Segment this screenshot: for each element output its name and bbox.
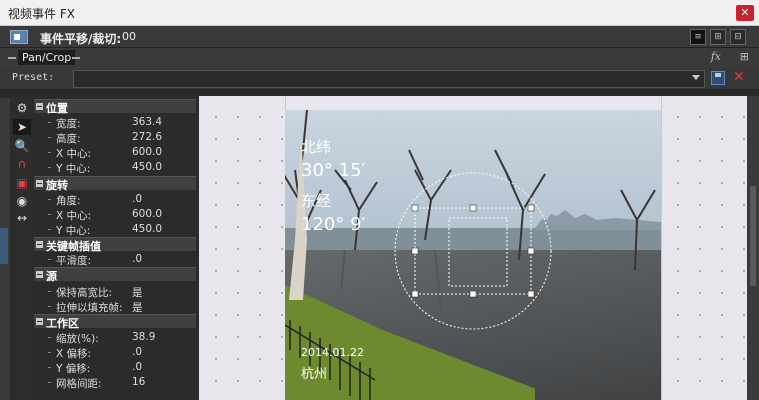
- close-window-button[interactable]: ✕: [736, 5, 754, 21]
- collapse-icon[interactable]: [36, 180, 43, 187]
- prop-row-width[interactable]: 宽度: 363.4: [34, 115, 196, 130]
- left-edge-highlight: [0, 228, 8, 264]
- scrollbar-thumb[interactable]: [750, 186, 756, 286]
- prop-row-height[interactable]: 高度: 272.6: [34, 130, 196, 145]
- chain-connector-left: [8, 57, 16, 59]
- inner-crop-guide[interactable]: [448, 217, 508, 287]
- crop-handles[interactable]: [411, 204, 535, 298]
- plugin-icon[interactable]: [10, 30, 28, 44]
- tab-pan-crop[interactable]: Pan/Crop: [18, 50, 76, 65]
- preview-image[interactable]: 北纬 30° 15′ 东经 120° 9′ 2014.01.22 杭州: [285, 110, 661, 400]
- latitude-label: 北纬: [301, 138, 332, 156]
- event-label: 事件平移/裁切:: [40, 32, 122, 46]
- collapse-icon[interactable]: [36, 318, 43, 325]
- properties-panel: 位置 宽度: 363.4 高度: 272.6 X 中心: 600.0 Y 中心: 450…: [34, 98, 196, 400]
- prop-row-x-offset[interactable]: X 偏移: .0: [34, 345, 196, 360]
- longitude-value: 120° 9′: [301, 214, 366, 235]
- delete-preset-icon[interactable]: ✕: [733, 69, 745, 85]
- crop-overlay[interactable]: [394, 172, 552, 330]
- prop-row-zoom[interactable]: 缩放(%): 38.9: [34, 330, 196, 345]
- fx-chain-row: Pan/Crop fx ⊞: [0, 48, 759, 68]
- save-preset-icon[interactable]: [711, 71, 725, 85]
- extension-icon[interactable]: ⊞: [740, 50, 749, 63]
- section-position[interactable]: 位置: [34, 99, 196, 115]
- settings-gear-icon[interactable]: ⚙: [13, 100, 31, 116]
- pointer-tool-icon[interactable]: ➤: [13, 119, 31, 135]
- photo-date: 2014.01.22: [301, 346, 364, 359]
- prop-row-keep-aspect[interactable]: 保持高宽比: 是: [34, 284, 196, 299]
- view-list-icon[interactable]: ≡: [690, 29, 706, 45]
- preset-dropdown[interactable]: [73, 70, 705, 88]
- section-rotation[interactable]: 旋转: [34, 176, 196, 192]
- chain-connector-right: [72, 57, 80, 59]
- prop-row-grid-spacing[interactable]: 网格间距: 16: [34, 375, 196, 390]
- frame-guide-right: [661, 96, 662, 400]
- view-detail-icon[interactable]: ⊟: [730, 29, 746, 45]
- rotate-tool-icon[interactable]: ◉: [13, 193, 31, 209]
- window-titlebar: 视频事件 FX ✕: [0, 0, 759, 26]
- collapse-icon[interactable]: [36, 271, 43, 278]
- prop-row-y-center[interactable]: Y 中心: 450.0: [34, 160, 196, 175]
- prop-row-rot-y-center[interactable]: Y 中心: 450.0: [34, 222, 196, 237]
- tool-strip: ⚙ ➤ 🔍 ∩ ▣ ◉ ↔: [12, 98, 32, 400]
- fx-icon[interactable]: fx: [711, 50, 721, 63]
- rotation-circle[interactable]: [394, 172, 552, 330]
- plugin-header: 事件平移/裁切: 00 ≡ ⊞ ⊟: [0, 26, 759, 48]
- move-horizontal-icon[interactable]: ↔: [13, 210, 31, 226]
- collapse-icon[interactable]: [36, 241, 43, 248]
- view-grid-icon[interactable]: ⊞: [710, 29, 726, 45]
- vertical-scrollbar[interactable]: [747, 96, 759, 400]
- section-source[interactable]: 源: [34, 267, 196, 283]
- fence: [285, 320, 376, 400]
- latitude-value: 30° 15′: [301, 160, 366, 181]
- prop-row-stretch-fill[interactable]: 拉伸以填充帧: 是: [34, 299, 196, 314]
- prop-row-x-center[interactable]: X 中心: 600.0: [34, 145, 196, 160]
- longitude-label: 东经: [301, 192, 332, 210]
- collapse-icon[interactable]: [36, 103, 43, 110]
- prop-row-smoothness[interactable]: 平滑度: .0: [34, 252, 196, 267]
- prop-row-angle[interactable]: 角度: .0: [34, 192, 196, 207]
- event-value: 00: [122, 30, 136, 43]
- prop-row-y-offset[interactable]: Y 偏移: .0: [34, 360, 196, 375]
- photo-place: 杭州: [301, 367, 328, 382]
- left-edge-strip: [0, 98, 10, 400]
- section-workspace[interactable]: 工作区: [34, 314, 196, 330]
- preset-row: Preset: ✕: [0, 68, 759, 90]
- zoom-tool-icon[interactable]: 🔍: [13, 138, 31, 154]
- lock-aspect-icon[interactable]: ▣: [13, 175, 31, 191]
- magnet-snap-icon[interactable]: ∩: [13, 156, 31, 172]
- prop-row-rot-x-center[interactable]: X 中心: 600.0: [34, 207, 196, 222]
- section-keyframe[interactable]: 关键帧插值: [34, 237, 196, 253]
- chevron-down-icon[interactable]: [692, 75, 700, 80]
- window-title: 视频事件 FX: [8, 7, 75, 21]
- preset-label: Preset:: [12, 72, 55, 83]
- crop-rectangle[interactable]: [414, 207, 532, 295]
